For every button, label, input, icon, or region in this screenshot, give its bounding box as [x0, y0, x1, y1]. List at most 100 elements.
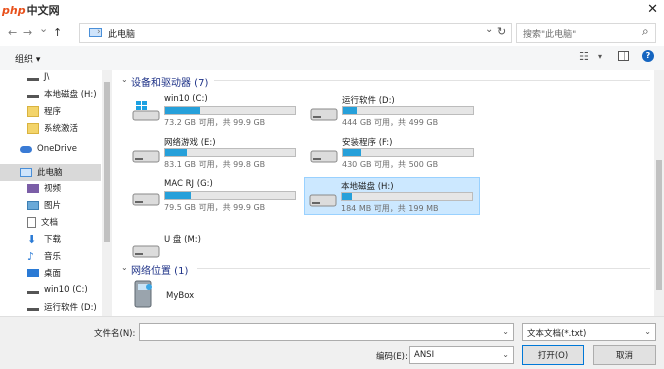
- sidebar-item-label: 运行软件 (D:): [44, 303, 97, 313]
- network-device-icon: [134, 280, 152, 308]
- sidebar-item-label: 此电脑: [37, 168, 63, 178]
- watermark-logo: php中文网: [2, 2, 60, 18]
- preview-pane-icon[interactable]: [618, 51, 629, 61]
- drive-tile-g[interactable]: MAC RJ (G:) 79.5 GB 可用，共 99.9 GB: [128, 177, 304, 215]
- drive-space-info: 83.1 GB 可用，共 99.8 GB: [164, 160, 266, 169]
- drive-space-info: 444 GB 可用，共 499 GB: [342, 118, 439, 127]
- sidebar-item-label: 文档: [41, 218, 59, 228]
- desktop-icon: [27, 269, 39, 277]
- view-options-icon[interactable]: ☷: [579, 50, 589, 63]
- folder-icon: [27, 105, 39, 117]
- drive-usage-bar: [164, 106, 296, 115]
- drive-usage-fill: [165, 107, 201, 114]
- hard-drive-icon: [310, 108, 338, 121]
- close-button[interactable]: ✕: [647, 2, 658, 17]
- sidebar-item-label: 系统激活: [44, 124, 79, 134]
- drive-tile-c[interactable]: win10 (C:) 73.2 GB 可用，共 99.9 GB: [128, 92, 304, 130]
- sidebar-item-label: J\: [44, 72, 50, 82]
- group-divider: [214, 80, 650, 81]
- drive-tile-f[interactable]: 安装程序 (F:) 430 GB 可用，共 500 GB: [306, 134, 482, 172]
- drive-usage-fill: [343, 149, 362, 156]
- filename-input[interactable]: ⌄: [139, 323, 514, 341]
- drive-name: win10 (C:): [164, 94, 208, 104]
- network-item-mybox[interactable]: MyBox: [128, 278, 268, 314]
- drive-usage-bar: [342, 106, 474, 115]
- sidebar-item-label: 桌面: [44, 269, 62, 279]
- drive-space-info: 430 GB 可用，共 500 GB: [342, 160, 439, 169]
- hard-drive-icon: [310, 150, 338, 163]
- cancel-button[interactable]: 取消: [593, 345, 656, 365]
- drive-name: 安装程序 (F:): [342, 138, 393, 148]
- nav-scrollbar[interactable]: [102, 70, 112, 316]
- drive-space-info: 184 MB 可用，共 199 MB: [341, 204, 439, 213]
- back-button[interactable]: ←: [8, 26, 17, 39]
- search-icon[interactable]: ⌕: [642, 24, 649, 39]
- drive-name: 运行软件 (D:): [342, 96, 395, 106]
- encoding-select[interactable]: ANSI ⌄: [409, 346, 514, 364]
- group-header-network[interactable]: 网络位置 (1): [131, 262, 188, 277]
- document-icon: [27, 216, 36, 228]
- hard-drive-icon: [132, 193, 160, 206]
- drive-usage-fill: [343, 107, 358, 114]
- collapse-chevron-icon[interactable]: ⌄: [121, 75, 128, 84]
- group-divider: [197, 268, 650, 269]
- drive-tile-e[interactable]: 网络游戏 (E:) 83.1 GB 可用，共 99.8 GB: [128, 134, 304, 172]
- address-separator-icon: ›: [97, 27, 101, 37]
- watermark-cn: 中文网: [26, 4, 60, 17]
- view-dropdown-icon[interactable]: ▾: [598, 52, 602, 61]
- sidebar-item-label: 下载: [44, 235, 62, 245]
- drive-space-info: 73.2 GB 可用，共 99.9 GB: [164, 118, 266, 127]
- forward-button[interactable]: →: [23, 26, 32, 39]
- drive-icon: [27, 73, 39, 81]
- video-icon: [27, 183, 39, 193]
- sidebar-item-label: 本地磁盘 (H:): [44, 90, 97, 100]
- sidebar-item-label: win10 (C:): [44, 285, 88, 295]
- drive-tile-d[interactable]: 运行软件 (D:) 444 GB 可用，共 499 GB: [306, 92, 482, 130]
- encoding-value: ANSI: [414, 350, 435, 360]
- organize-button[interactable]: 组织 ▾: [15, 52, 40, 65]
- nav-scrollbar-thumb[interactable]: [104, 82, 110, 242]
- drive-usage-fill: [342, 193, 353, 200]
- content-scrollbar[interactable]: [654, 70, 664, 316]
- address-text: 此电脑: [108, 30, 136, 40]
- refresh-button[interactable]: ↻: [497, 25, 506, 38]
- filetype-select[interactable]: 文本文档(*.txt) ⌄: [522, 323, 656, 341]
- encoding-label: 编码(E):: [376, 352, 408, 362]
- address-bar[interactable]: [79, 23, 512, 43]
- open-button[interactable]: 打开(O): [522, 345, 584, 365]
- sidebar-item-d[interactable]: 运行软件 (D:): [27, 297, 97, 317]
- help-icon[interactable]: ?: [642, 50, 654, 62]
- drive-space-info: 79.5 GB 可用，共 99.9 GB: [164, 203, 266, 212]
- sidebar-item-onedrive[interactable]: OneDrive: [20, 139, 77, 159]
- title-bar: [0, 0, 664, 21]
- drive-icon: [27, 90, 39, 98]
- filename-label: 文件名(N):: [94, 329, 136, 339]
- drive-usage-bar: [164, 191, 296, 200]
- sidebar-item-label: OneDrive: [37, 144, 77, 154]
- address-dropdown-icon[interactable]: ⌄: [485, 24, 493, 35]
- toolbar: [0, 46, 664, 70]
- recent-dropdown-icon[interactable]: ⌄: [39, 22, 48, 35]
- filename-dropdown-icon[interactable]: ⌄: [502, 327, 509, 336]
- filetype-dropdown-icon[interactable]: ⌄: [644, 327, 651, 336]
- drive-usage-bar: [342, 148, 474, 157]
- music-icon: ♪: [27, 249, 35, 263]
- drive-usage-fill: [165, 192, 191, 199]
- content-scrollbar-thumb[interactable]: [656, 160, 662, 290]
- drive-usage-bar: [341, 192, 473, 201]
- sidebar-item-label: 程序: [44, 107, 62, 117]
- group-header-devices[interactable]: 设备和驱动器 (7): [131, 74, 208, 89]
- drive-name: U 盘 (M:): [164, 235, 201, 245]
- drive-tile-h[interactable]: 本地磁盘 (H:) 184 MB 可用，共 199 MB: [304, 177, 480, 215]
- encoding-dropdown-icon[interactable]: ⌄: [502, 350, 509, 359]
- drive-icon: [27, 303, 39, 311]
- up-button[interactable]: ↑: [53, 26, 62, 39]
- watermark-latin: php: [2, 4, 26, 17]
- filetype-value: 文本文档(*.txt): [527, 329, 587, 339]
- computer-icon: [20, 167, 32, 177]
- hard-drive-icon: [132, 150, 160, 163]
- search-placeholder: 搜索"此电脑": [523, 30, 577, 40]
- collapse-chevron-icon[interactable]: ⌄: [121, 263, 128, 272]
- drive-name: MAC RJ (G:): [164, 179, 213, 189]
- sidebar-item-activation[interactable]: 系统激活: [27, 118, 78, 138]
